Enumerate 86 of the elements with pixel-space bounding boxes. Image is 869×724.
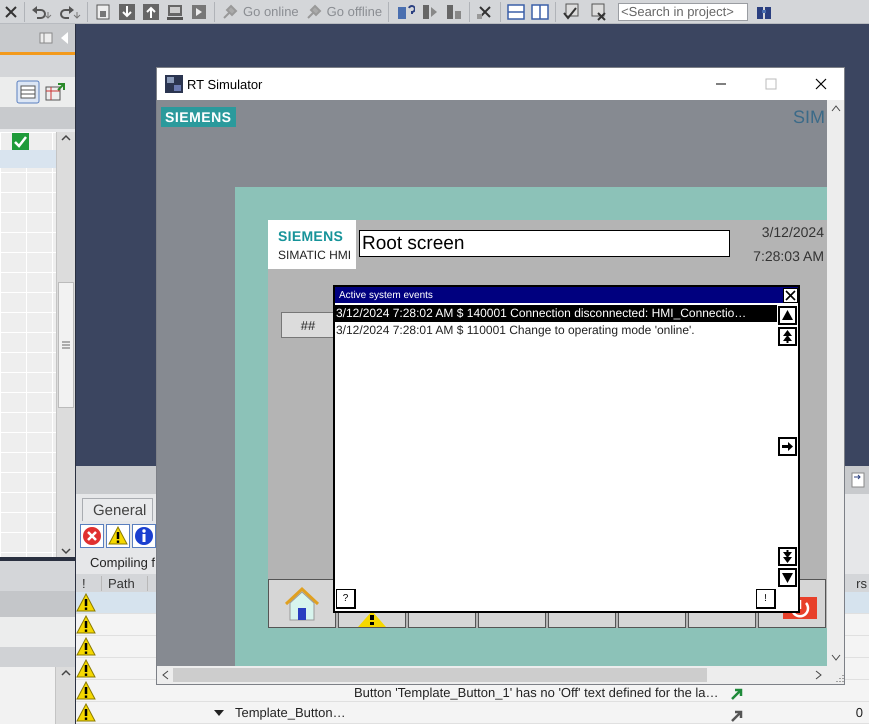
stop-simulation-icon[interactable] bbox=[445, 2, 464, 20]
maximize-icon bbox=[765, 78, 777, 90]
warning-icon bbox=[76, 636, 96, 656]
pin-icon[interactable] bbox=[851, 472, 865, 488]
caret-down-icon[interactable] bbox=[214, 708, 225, 716]
window-title: RT Simulator bbox=[187, 76, 264, 92]
warning-icon bbox=[76, 702, 96, 722]
scroll-left-icon[interactable] bbox=[161, 670, 169, 680]
close-button[interactable] bbox=[783, 288, 798, 302]
scroll-right-icon[interactable] bbox=[815, 670, 823, 680]
plug-icon bbox=[221, 2, 239, 20]
plug-icon bbox=[304, 2, 323, 20]
arrow-right-icon bbox=[781, 440, 794, 453]
column-header[interactable]: rs bbox=[856, 576, 869, 590]
warning-icon bbox=[76, 592, 96, 612]
count-text: 0 bbox=[856, 705, 863, 720]
table-row[interactable]: Template_Button… 0 bbox=[76, 702, 869, 724]
dialog-title: Active system events bbox=[339, 290, 433, 300]
arrow-right-button[interactable] bbox=[778, 437, 797, 456]
go-to-arrow-icon[interactable] bbox=[730, 710, 743, 723]
warning-icon bbox=[76, 614, 96, 634]
date-text: 3/12/2024 bbox=[762, 224, 824, 240]
search-field[interactable]: <Search in project> bbox=[618, 2, 748, 20]
message-text: Button 'Template_Button_1' has no 'Off' text defined for the la… bbox=[354, 685, 719, 701]
scrollbar-thumb[interactable] bbox=[58, 282, 74, 408]
column-header[interactable]: Path bbox=[102, 576, 148, 590]
split-vertical-icon[interactable] bbox=[531, 2, 550, 20]
info-icon bbox=[134, 526, 154, 546]
go-to-arrow-icon[interactable] bbox=[730, 688, 743, 701]
export-table-icon[interactable] bbox=[44, 81, 66, 103]
arrow-down-icon bbox=[781, 571, 794, 584]
start-simulation-icon[interactable] bbox=[421, 2, 440, 20]
logo: SIEMENS bbox=[161, 107, 236, 127]
arrow-up-button[interactable] bbox=[778, 306, 797, 325]
panel-layout-icon[interactable] bbox=[39, 31, 53, 45]
undo-icon[interactable] bbox=[31, 4, 53, 20]
grip-icon bbox=[62, 340, 70, 348]
event-row[interactable]: 3/12/2024 7:28:02 AM $ 140001 Connection disconnected: HMI_Connectio… bbox=[335, 305, 777, 322]
close-icon[interactable] bbox=[4, 4, 18, 18]
warning-icon bbox=[76, 658, 96, 678]
arrow-down-button[interactable] bbox=[778, 568, 797, 587]
filter-button[interactable] bbox=[132, 524, 156, 548]
help-button[interactable]: ? bbox=[336, 589, 356, 609]
close-icon bbox=[815, 78, 827, 90]
acknowledge-button[interactable]: ! bbox=[756, 589, 776, 609]
brand-text: SIM bbox=[792, 107, 825, 128]
hmi-button[interactable]: ## bbox=[281, 312, 335, 338]
table-view-icon[interactable] bbox=[16, 80, 40, 104]
product-name: SIMATIC HMI bbox=[278, 248, 352, 262]
status-text: Compiling f bbox=[90, 555, 156, 570]
redo-icon[interactable] bbox=[59, 4, 81, 20]
event-row[interactable]: 3/12/2024 7:28:01 AM $ 110001 Change to operating mode 'online'. bbox=[335, 322, 777, 339]
device-icon[interactable] bbox=[166, 2, 184, 20]
double-arrow-down-button[interactable] bbox=[778, 547, 797, 566]
vertical-scrollbar[interactable] bbox=[55, 667, 75, 724]
vertical-scrollbar[interactable] bbox=[827, 100, 844, 666]
double-arrow-up-icon bbox=[781, 330, 794, 343]
arrow-up-icon bbox=[781, 309, 794, 322]
path-text: Template_Button… bbox=[235, 705, 346, 720]
runtime-icon[interactable] bbox=[190, 2, 208, 20]
upload-icon[interactable] bbox=[142, 2, 160, 20]
vertical-scrollbar[interactable] bbox=[56, 132, 75, 557]
scrollbar-thumb[interactable] bbox=[173, 668, 707, 682]
diagnostics-icon[interactable] bbox=[395, 2, 416, 20]
filter-button[interactable] bbox=[106, 524, 130, 548]
warning-icon bbox=[108, 526, 128, 546]
house-icon bbox=[282, 586, 322, 622]
double-arrow-up-button[interactable] bbox=[778, 327, 797, 346]
resize-grip-icon[interactable] bbox=[834, 674, 844, 684]
function-key[interactable] bbox=[268, 579, 336, 628]
scroll-up-icon[interactable] bbox=[830, 104, 840, 112]
logo: SIEMENS bbox=[278, 228, 344, 244]
column-header[interactable]: ! bbox=[76, 576, 102, 590]
app-icon bbox=[165, 75, 183, 93]
double-arrow-down-icon bbox=[781, 550, 794, 563]
close-icon bbox=[785, 290, 796, 300]
scroll-down-icon[interactable] bbox=[830, 654, 840, 662]
warning-icon bbox=[76, 680, 96, 700]
horizontal-scrollbar[interactable] bbox=[157, 666, 827, 684]
tab[interactable]: General bbox=[82, 498, 154, 521]
time-text: 7:28:03 AM bbox=[753, 248, 824, 264]
screen-title: Root screen bbox=[359, 230, 730, 257]
error-icon bbox=[82, 526, 102, 546]
compile-icon[interactable] bbox=[94, 2, 112, 20]
split-horizontal-icon[interactable] bbox=[507, 2, 526, 20]
download-icon[interactable] bbox=[118, 2, 136, 20]
